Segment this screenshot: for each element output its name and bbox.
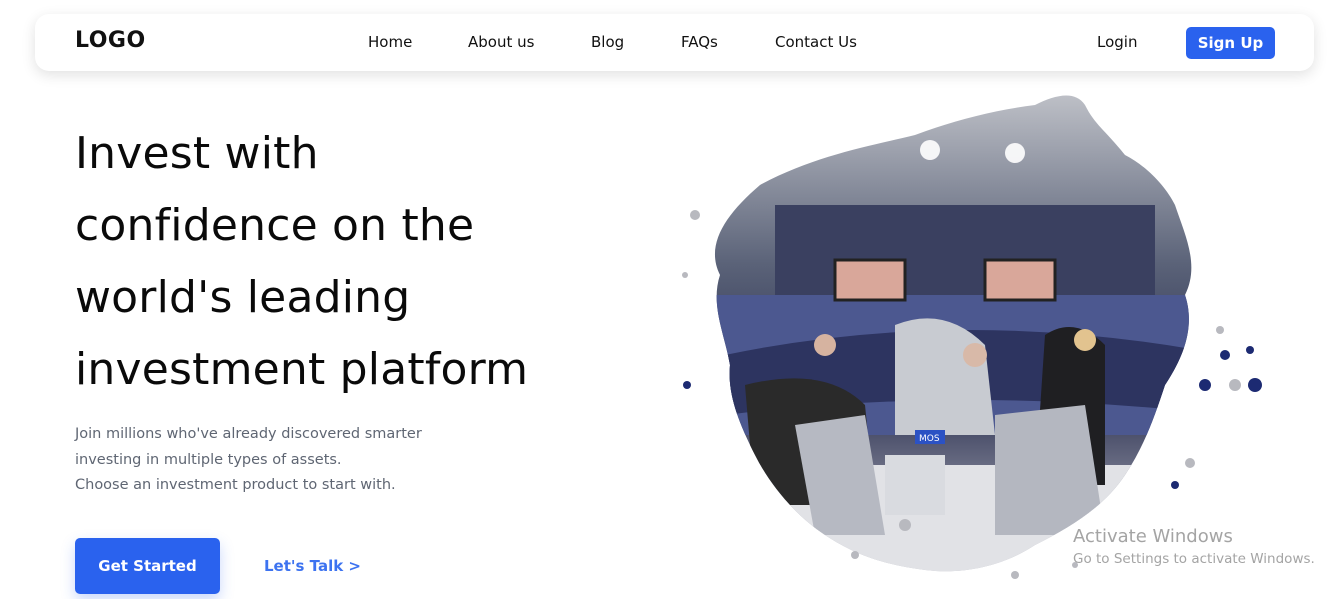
hero-subtitle-line: investing in multiple types of assets. [75, 451, 342, 468]
hero-title: Invest with confidence on the world's le… [75, 118, 595, 406]
login-link[interactable]: Login [1097, 33, 1137, 51]
nav-link-blog[interactable]: Blog [591, 33, 624, 51]
hero-title-line: Invest with [75, 128, 319, 179]
hero-title-line: world's leading [75, 272, 411, 323]
top-navbar: LOGO Home About us Blog FAQs Contact Us … [35, 14, 1314, 71]
hero-subtitle: Join millions who've already discovered … [75, 422, 495, 499]
windows-activation-subtitle: Go to Settings to activate Windows. [1073, 551, 1315, 567]
hero-subtitle-line: Join millions who've already discovered … [75, 426, 422, 442]
nav-link-about[interactable]: About us [468, 33, 534, 51]
signup-button[interactable]: Sign Up [1186, 27, 1275, 59]
panel-discussion-photo: MOS [682, 95, 1262, 579]
get-started-button[interactable]: Get Started [75, 538, 220, 594]
nav-link-contact[interactable]: Contact Us [775, 33, 857, 51]
hero-title-line: investment platform [75, 344, 529, 395]
nav-link-home[interactable]: Home [368, 33, 412, 51]
mos-sign-label: MOS [919, 434, 940, 444]
hero-subtitle-line: Choose an investment product to start wi… [75, 477, 396, 493]
hero-image: MOS [665, 85, 1275, 599]
windows-activation-title: Activate Windows [1073, 526, 1233, 547]
hero-title-line: confidence on the [75, 200, 475, 251]
lets-talk-link[interactable]: Let's Talk > [264, 557, 361, 575]
nav-link-faqs[interactable]: FAQs [681, 33, 718, 51]
